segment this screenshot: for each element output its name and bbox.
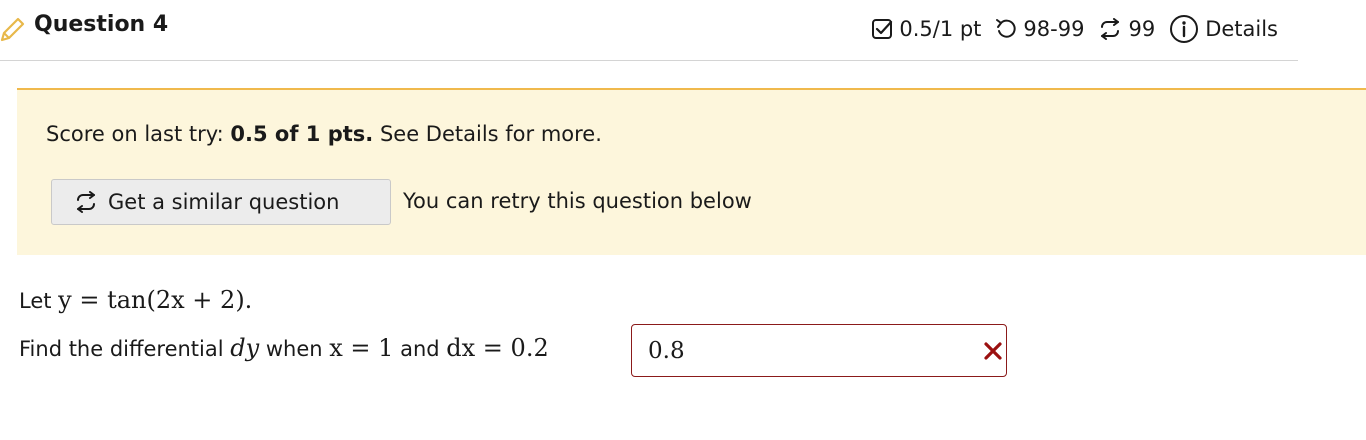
let-prefix: Let xyxy=(19,289,59,313)
x-condition: x = 1 xyxy=(329,334,394,362)
checkbox-icon xyxy=(872,19,893,39)
question-statement: Let y = tan(2x + 2). xyxy=(19,286,252,314)
info-icon xyxy=(1170,15,1199,43)
header-divider xyxy=(0,60,1298,61)
and-text: and xyxy=(393,337,447,361)
answer-input[interactable]: 0.8 xyxy=(631,324,1007,377)
find-prefix: Find the differential xyxy=(19,337,231,361)
dx-condition: dx = 0.2 xyxy=(446,334,549,362)
question-title: Question 4 xyxy=(34,12,169,37)
attempts-indicator: 98-99 xyxy=(995,17,1084,41)
retry-message: You can retry this question below xyxy=(403,189,752,213)
function-expression: y = tan(2x + 2). xyxy=(58,286,253,314)
get-similar-question-button[interactable]: Get a similar question xyxy=(51,179,391,225)
retries-text: 99 xyxy=(1128,17,1156,41)
details-label: Details xyxy=(1205,17,1278,41)
score-prefix: Score on last try: xyxy=(46,122,231,146)
question-page: Question 4 0.5/1 pt 98-99 99 Details Sco… xyxy=(0,0,1366,440)
score-value: 0.5 of 1 pts. xyxy=(230,122,374,146)
x-mark-icon xyxy=(984,342,1002,360)
similar-button-label: Get a similar question xyxy=(108,190,340,214)
repeat-icon xyxy=(77,191,95,213)
retries-indicator: 99 xyxy=(1098,17,1155,41)
question-prompt: Find the differential dy when x = 1 and … xyxy=(19,334,549,362)
last-try-score: Score on last try: 0.5 of 1 pts. See Det… xyxy=(46,122,602,146)
last-try-notice: Score on last try: 0.5 of 1 pts. See Det… xyxy=(17,88,1366,255)
score-indicator: 0.5/1 pt xyxy=(871,17,981,41)
attempts-text: 98-99 xyxy=(1023,17,1085,41)
repeat-icon xyxy=(1101,18,1120,40)
question-meta: 0.5/1 pt 98-99 99 Details xyxy=(871,14,1278,44)
score-suffix: See Details for more. xyxy=(373,122,602,146)
when-text: when xyxy=(259,337,330,361)
details-button[interactable]: Details xyxy=(1169,14,1278,44)
differential-symbol: dy xyxy=(230,334,260,362)
pencil-icon xyxy=(0,17,25,42)
answer-value: 0.8 xyxy=(648,337,685,364)
score-text: 0.5/1 pt xyxy=(899,17,982,41)
undo-icon xyxy=(996,19,1017,38)
